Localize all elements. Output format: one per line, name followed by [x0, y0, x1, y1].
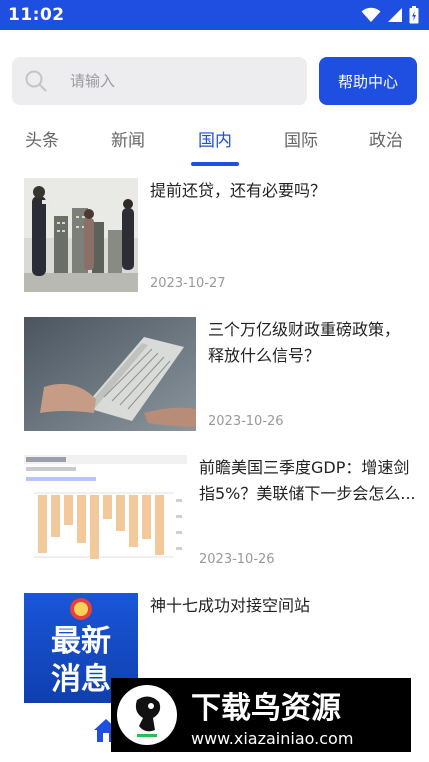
status-icons: [361, 6, 419, 24]
battery-icon: [409, 6, 419, 24]
tab-headlines[interactable]: 头条: [12, 126, 72, 151]
wifi-icon: [361, 7, 381, 22]
news-thumbnail: [24, 455, 187, 569]
news-date: 2023-10-27: [150, 276, 226, 291]
watermark-logo: 下载鸟资源 www.xiazainiao.com: [111, 678, 411, 752]
news-title: 三个万亿级财政重磅政策， 释放什么信号？: [208, 320, 401, 365]
watermark-logo-graphic: 下载鸟资源 www.xiazainiao.com: [117, 685, 353, 748]
search-box[interactable]: [12, 57, 307, 105]
active-tab-indicator: [191, 162, 239, 166]
news-date: 2023-10-26: [208, 414, 284, 429]
search-row: 帮助中心: [12, 57, 417, 105]
news-item[interactable]: 提前还贷，还有必要吗？ 2023-10-27: [24, 178, 414, 294]
svg-text:www.xiazainiao.com: www.xiazainiao.com: [191, 729, 353, 748]
search-icon: [25, 70, 47, 92]
news-thumbnail: [24, 178, 138, 292]
thumb-text: 最新: [51, 624, 111, 659]
search-input[interactable]: [70, 69, 290, 93]
status-bar: 11:02: [0, 0, 429, 30]
tab-international[interactable]: 国际: [271, 126, 331, 151]
news-item[interactable]: 前瞻美国三季度GDP：增速剑 指5%？美联储下一步会怎么... 2023-10-…: [24, 455, 418, 569]
tab-domestic[interactable]: 国内: [185, 126, 245, 151]
category-tabs: 头条 新闻 国内 国际 政治: [0, 118, 429, 168]
help-center-button[interactable]: 帮助中心: [319, 57, 417, 105]
news-title: 神十七成功对接空间站: [150, 596, 311, 615]
news-date: 2023-10-26: [199, 552, 275, 567]
thumb-text: 消息: [51, 662, 111, 697]
tab-news[interactable]: 新闻: [98, 126, 158, 151]
signal-icon: [388, 8, 402, 22]
news-title: 前瞻美国三季度GDP：增速剑 指5%？美联储下一步会怎么...: [199, 458, 416, 503]
news-title: 提前还贷，还有必要吗？: [150, 181, 327, 200]
status-time: 11:02: [8, 5, 65, 25]
news-thumbnail: [24, 317, 196, 431]
news-item[interactable]: 三个万亿级财政重磅政策， 释放什么信号？ 2023-10-26: [24, 317, 414, 431]
svg-text:下载鸟资源: 下载鸟资源: [191, 691, 341, 726]
tab-politics[interactable]: 政治: [356, 126, 416, 151]
